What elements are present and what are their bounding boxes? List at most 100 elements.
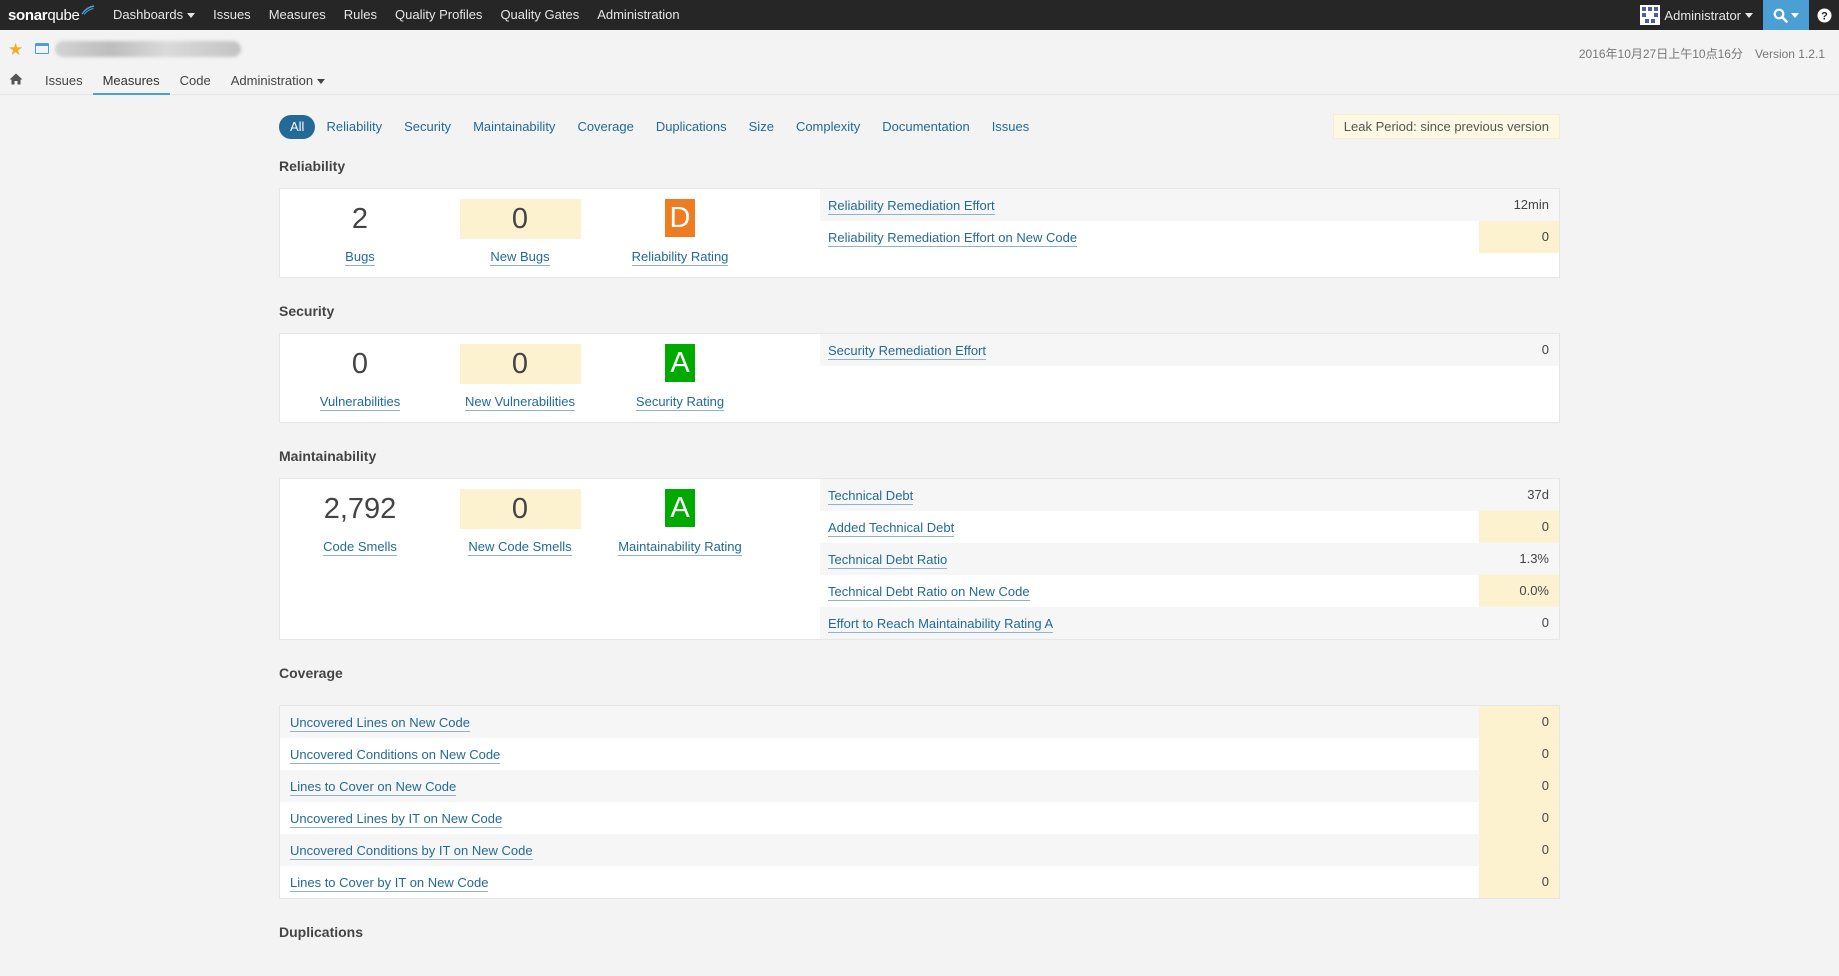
row-value: 0 (1541, 342, 1549, 357)
section-title-security: Security (279, 303, 335, 319)
nav-administration[interactable]: Administration (588, 0, 688, 30)
tab-administration[interactable]: Administration (221, 67, 335, 95)
sonarqube-logo[interactable]: sonar qube (0, 0, 104, 30)
reliability-big-measures: 2 Bugs 0 New Bugs D Reliability Rating (280, 189, 820, 277)
reliability-card: 2 Bugs 0 New Bugs D Reliability Rating R… (279, 188, 1560, 278)
maintainability-rating-badge[interactable]: A (665, 489, 695, 527)
filter-issues[interactable]: Issues (981, 115, 1041, 139)
tab-measures[interactable]: Measures (92, 67, 170, 95)
measure-maintainability-rating: A Maintainability Rating (600, 489, 760, 639)
table-row: Uncovered Lines on New Code 0 (280, 706, 1559, 738)
measure-vulnerabilities: 0 Vulnerabilities (280, 344, 440, 422)
project-version: Version 1.2.1 (1754, 47, 1825, 61)
logo-text-sonar: sonar (8, 6, 48, 24)
maintainability-big-measures: 2,792 Code Smells 0 New Code Smells A Ma… (280, 479, 820, 639)
filter-coverage[interactable]: Coverage (566, 115, 644, 139)
project-name-blurred[interactable] (55, 41, 241, 57)
row-value: 0 (1479, 834, 1559, 866)
measures-main: All Reliability Security Maintainability… (279, 112, 1560, 944)
new-vulnerabilities-link[interactable]: New Vulnerabilities (464, 394, 576, 411)
security-rating-badge[interactable]: A (665, 344, 695, 382)
row-link[interactable]: Lines to Cover on New Code (290, 778, 457, 796)
caret-down-icon (187, 13, 196, 19)
top-right-controls: Administrator ? (1640, 0, 1839, 30)
tab-code[interactable]: Code (170, 67, 221, 95)
vulnerabilities-link[interactable]: Vulnerabilities (319, 394, 401, 411)
row-link[interactable]: Uncovered Conditions on New Code (290, 746, 501, 764)
table-row: Uncovered Lines by IT on New Code 0 (280, 802, 1559, 834)
row-link[interactable]: Uncovered Conditions by IT on New Code (290, 842, 533, 860)
row-link[interactable]: Added Technical Debt (828, 519, 955, 537)
code-smells-link[interactable]: Code Smells (323, 539, 397, 556)
nav-quality-profiles[interactable]: Quality Profiles (386, 0, 491, 30)
row-value: 1.3% (1519, 551, 1549, 566)
filter-size[interactable]: Size (738, 115, 785, 139)
section-title-reliability: Reliability (279, 158, 346, 174)
row-link[interactable]: Security Remediation Effort (828, 342, 986, 360)
tab-issues[interactable]: Issues (35, 67, 93, 95)
security-card: 0 Vulnerabilities 0 New Vulnerabilities … (279, 333, 1560, 423)
filter-duplications[interactable]: Duplications (645, 115, 738, 139)
row-link[interactable]: Uncovered Lines on New Code (290, 714, 470, 732)
row-link[interactable]: Reliability Remediation Effort on New Co… (828, 229, 1078, 247)
filter-reliability[interactable]: Reliability (315, 115, 393, 139)
filter-documentation[interactable]: Documentation (871, 115, 980, 139)
row-value: 0 (1479, 866, 1559, 898)
reliability-rating-badge[interactable]: D (665, 199, 695, 237)
favorite-star-icon[interactable]: ★ (8, 40, 23, 60)
vulnerabilities-value[interactable]: 0 (280, 344, 440, 384)
filter-maintainability[interactable]: Maintainability (462, 115, 566, 139)
bugs-value[interactable]: 2 (280, 199, 440, 239)
table-row: Reliability Remediation Effort 12min (820, 189, 1559, 221)
nav-issues[interactable]: Issues (204, 0, 260, 30)
row-link[interactable]: Uncovered Lines by IT on New Code (290, 810, 503, 828)
nav-quality-gates[interactable]: Quality Gates (491, 0, 588, 30)
reliability-rating-link[interactable]: Reliability Rating (631, 249, 729, 266)
maintainability-rating-link[interactable]: Maintainability Rating (618, 539, 742, 556)
bugs-link[interactable]: Bugs (345, 249, 375, 266)
search-button[interactable] (1763, 0, 1809, 30)
user-menu[interactable]: Administrator (1640, 0, 1763, 30)
help-icon: ? (1817, 8, 1831, 22)
filter-complexity[interactable]: Complexity (785, 115, 871, 139)
code-smells-value[interactable]: 2,792 (280, 489, 440, 529)
security-rating-link[interactable]: Security Rating (635, 394, 725, 411)
new-code-smells-link[interactable]: New Code Smells (468, 539, 572, 556)
help-button[interactable]: ? (1809, 0, 1839, 30)
home-icon[interactable] (9, 73, 23, 85)
row-link[interactable]: Reliability Remediation Effort (828, 197, 995, 215)
nav-dashboards-label: Dashboards (113, 7, 184, 22)
measure-bugs: 2 Bugs (280, 199, 440, 277)
table-row: Technical Debt 37d (820, 479, 1559, 511)
security-rows: Security Remediation Effort 0 (820, 334, 1559, 422)
measure-new-bugs: 0 New Bugs (440, 199, 600, 277)
table-row: Effort to Reach Maintainability Rating A… (820, 607, 1559, 639)
row-link[interactable]: Technical Debt Ratio on New Code (828, 583, 1030, 601)
coverage-rows: Uncovered Lines on New Code 0 Uncovered C… (280, 706, 1559, 898)
row-link[interactable]: Technical Debt (828, 487, 914, 505)
caret-down-icon (1745, 12, 1753, 18)
logo-waves-icon (80, 5, 94, 15)
nav-rules[interactable]: Rules (335, 0, 386, 30)
measure-new-code-smells: 0 New Code Smells (440, 489, 600, 639)
nav-measures[interactable]: Measures (260, 0, 335, 30)
table-row: Technical Debt Ratio 1.3% (820, 543, 1559, 575)
new-bugs-value[interactable]: 0 (459, 199, 581, 239)
new-vulnerabilities-value[interactable]: 0 (459, 344, 581, 384)
row-link[interactable]: Lines to Cover by IT on New Code (290, 874, 489, 892)
user-name: Administrator (1664, 7, 1741, 23)
filter-all[interactable]: All (279, 115, 316, 139)
nav-dashboards[interactable]: Dashboards (104, 0, 204, 30)
measure-security-rating: A Security Rating (600, 344, 760, 422)
row-value: 0 (1479, 221, 1559, 253)
analysis-date: 2016年10月27日上午10点16分 (1578, 47, 1743, 61)
new-code-smells-value[interactable]: 0 (459, 489, 581, 529)
row-link[interactable]: Effort to Reach Maintainability Rating A (828, 615, 1054, 633)
project-icon (35, 43, 49, 54)
row-link[interactable]: Technical Debt Ratio (828, 551, 948, 569)
new-bugs-link[interactable]: New Bugs (490, 249, 550, 266)
filter-security[interactable]: Security (393, 115, 462, 139)
coverage-card: Uncovered Lines on New Code 0 Uncovered C… (279, 705, 1560, 899)
tab-administration-label: Administration (230, 73, 314, 88)
measure-reliability-rating: D Reliability Rating (600, 199, 760, 277)
